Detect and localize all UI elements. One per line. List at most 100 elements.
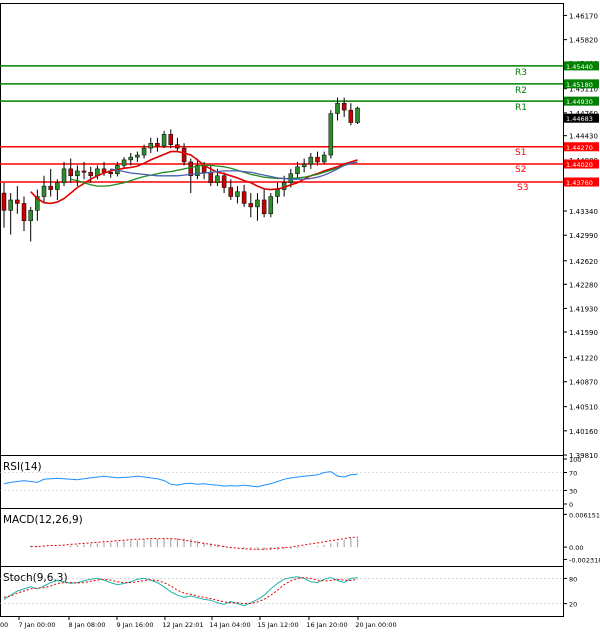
candle-body-up — [62, 169, 66, 183]
level-price-label: 1.44270 — [566, 144, 593, 152]
candle — [349, 103, 353, 125]
current-price-label: 1.44683 — [566, 115, 593, 123]
candle-body-up — [215, 176, 219, 183]
price-tick-label: 1.41220 — [569, 355, 598, 363]
candle — [62, 162, 66, 186]
level-price-label: 1.43760 — [566, 179, 593, 187]
candle-body-down — [349, 110, 353, 122]
candle-body-up — [322, 155, 326, 162]
candle-body-up — [269, 197, 273, 214]
price-tick-label: 1.42280 — [569, 281, 598, 289]
time-tick-label: 16 Jan 20:00 — [306, 621, 347, 629]
candle-body-down — [315, 157, 319, 162]
candle-body-up — [142, 148, 146, 155]
candle — [42, 176, 46, 204]
candle — [15, 186, 19, 214]
level-price-label: 1.44930 — [566, 98, 593, 106]
rsi-panel-title: RSI(14) — [3, 461, 42, 473]
candle — [235, 186, 239, 203]
candle-body-down — [175, 145, 179, 148]
candle — [269, 193, 273, 217]
candle-body-up — [275, 190, 279, 197]
candle — [22, 197, 26, 232]
candle-body-down — [222, 176, 226, 188]
price-tick-label: 1.45820 — [569, 37, 598, 45]
rsi-panel: RSI(14)10070300 — [0, 456, 581, 510]
indicator-tick-label: 0.006151 — [569, 511, 600, 519]
price-panel-frame — [1, 4, 564, 456]
candle-body-down — [155, 143, 159, 146]
candle-body-up — [122, 160, 126, 166]
candle — [329, 110, 333, 158]
candle-body-down — [89, 172, 93, 175]
candle-body-up — [129, 157, 133, 160]
candle-body-down — [49, 186, 53, 189]
time-tick-label: 9 Jan 16:00 — [116, 621, 153, 629]
rsi-line — [4, 472, 358, 487]
candle — [309, 153, 313, 169]
candle — [302, 159, 306, 173]
level-price-label: 1.44020 — [566, 161, 593, 169]
candle-body-down — [209, 172, 213, 182]
candle — [242, 185, 246, 207]
candle — [255, 193, 259, 221]
time-tick-label: 00 — [0, 621, 8, 629]
candle-body-down — [15, 200, 19, 203]
macd-panel: MACD(12,26,9)0.0061510.00-0.002318 — [1, 509, 600, 567]
candle-body-down — [229, 188, 233, 197]
candle — [169, 129, 173, 148]
candle — [122, 157, 126, 168]
candle-body-up — [162, 134, 166, 146]
candle-body-down — [69, 169, 73, 176]
candle — [35, 190, 39, 221]
candle — [9, 193, 13, 234]
candle-body-down — [82, 171, 86, 172]
stoch-main-line — [4, 577, 358, 606]
price-tick-label: 1.40160 — [569, 428, 598, 436]
time-tick-label: 14 Jan 04:00 — [209, 621, 250, 629]
level-price-label: 1.45440 — [566, 63, 593, 71]
price-tick-label: 1.41590 — [569, 329, 598, 337]
indicator-tick-label: 70 — [569, 470, 577, 478]
candle-body-up — [135, 155, 139, 157]
price-tick-label: 1.43340 — [569, 208, 598, 216]
rsi-panel-frame — [1, 456, 564, 509]
candle — [175, 138, 179, 152]
candle-body-down — [262, 200, 266, 214]
stoch-panel-frame — [1, 567, 564, 617]
stoch-panel: Stoch(9,6,3)8020 — [0, 567, 577, 617]
candle — [322, 152, 326, 164]
time-tick-label: 15 Jan 12:00 — [257, 621, 298, 629]
chart-window: 1.461701.458201.454801.451101.447601.444… — [0, 0, 600, 632]
level-price-label: 1.45180 — [566, 81, 593, 89]
chart-canvas[interactable]: 1.461701.458201.454801.451101.447601.444… — [0, 0, 600, 632]
candle — [135, 152, 139, 162]
time-tick-label: 20 Jan 00:00 — [355, 621, 396, 629]
candle — [155, 138, 159, 152]
candle-body-up — [295, 167, 299, 174]
candle — [75, 165, 79, 186]
time-tick-label: 8 Jan 08:00 — [68, 621, 105, 629]
candle-body-up — [356, 108, 360, 123]
candle-body-down — [249, 203, 253, 206]
stoch-panel-title: Stoch(9,6,3) — [3, 572, 68, 584]
candle-body-up — [329, 114, 333, 155]
level-name-r1: R1 — [515, 103, 527, 113]
candle-body-down — [109, 172, 113, 173]
price-tick-label: 1.40510 — [569, 404, 598, 412]
candle-body-up — [255, 200, 259, 207]
candle-body-down — [169, 134, 173, 144]
candle-body-up — [9, 200, 13, 210]
candle-body-up — [55, 183, 59, 190]
price-tick-label: 1.46170 — [569, 12, 598, 20]
macd-panel-title: MACD(12,26,9) — [3, 514, 83, 526]
level-name-r3: R3 — [515, 68, 527, 78]
indicator-tick-label: 80 — [569, 575, 577, 583]
candle — [189, 159, 193, 194]
level-name-s2: S2 — [515, 165, 526, 175]
indicator-tick-label: 0.00 — [569, 544, 583, 552]
candle — [222, 172, 226, 193]
candle — [356, 107, 360, 124]
candle — [275, 183, 279, 204]
candle-body-up — [149, 143, 153, 148]
